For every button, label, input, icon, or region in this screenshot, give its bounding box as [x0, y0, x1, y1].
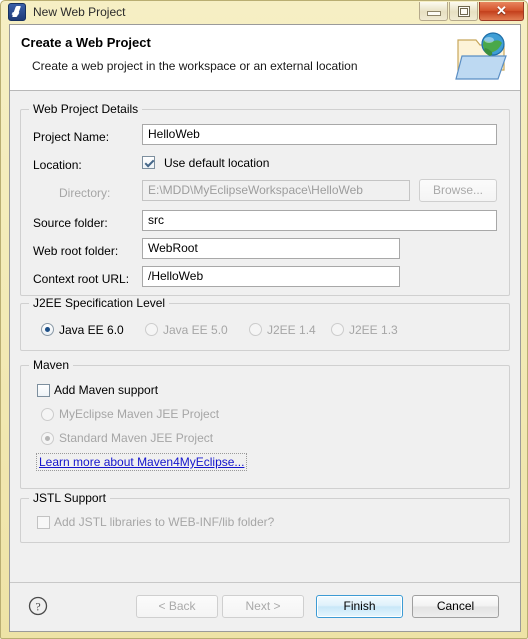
close-button[interactable]: ✕: [479, 2, 524, 21]
radio-label-standard-maven-jee-project: Standard Maven JEE Project: [59, 431, 214, 445]
add-jstl-libraries-label: Add JSTL libraries to WEB-INF/lib folder…: [54, 515, 275, 529]
browse-button[interactable]: Browse...: [419, 179, 497, 202]
radio-label-java-ee-50: Java EE 5.0: [163, 323, 228, 337]
add-jstl-libraries-checkbox[interactable]: [37, 516, 50, 529]
svg-text:?: ?: [35, 600, 40, 614]
radio-label-myeclipse-maven-jee-project: MyEclipse Maven JEE Project: [59, 407, 220, 421]
maximize-icon: [458, 6, 470, 17]
directory-label: Directory:: [59, 186, 111, 200]
use-default-location-label: Use default location: [164, 156, 270, 170]
radio-j2ee-13[interactable]: [331, 323, 344, 336]
radio-standard-maven-jee-project[interactable]: [41, 432, 54, 445]
web-root-folder-input[interactable]: WebRoot: [142, 238, 400, 259]
directory-input[interactable]: E:\MDD\MyEclipseWorkspace\HelloWeb: [142, 180, 410, 201]
group-label-j2ee-specification: J2EE Specification Level: [29, 296, 170, 310]
radio-label-java-ee-60: Java EE 6.0: [59, 323, 124, 337]
web-root-folder-label: Web root folder:: [33, 244, 119, 258]
context-root-url-input[interactable]: /HelloWeb: [142, 266, 400, 287]
help-icon[interactable]: ?: [28, 596, 48, 616]
radio-java-ee-50[interactable]: [145, 323, 158, 336]
page-title: Create a Web Project: [21, 35, 151, 50]
next-button[interactable]: Next >: [222, 595, 304, 618]
maximize-button[interactable]: [449, 2, 478, 21]
source-folder-input[interactable]: src: [142, 210, 497, 231]
window-title: New Web Project: [33, 5, 126, 19]
jstl-support-group: JSTL Support Add JSTL libraries to WEB-I…: [20, 491, 510, 543]
back-button[interactable]: < Back: [136, 595, 218, 618]
myeclipse-icon: [8, 3, 26, 21]
title-bar: New Web Project ✕: [1, 1, 527, 23]
use-default-location-checkbox[interactable]: [142, 156, 155, 169]
project-name-label: Project Name:: [33, 130, 110, 144]
window-controls: ✕: [419, 2, 524, 21]
wizard-banner: Create a Web Project Create a web projec…: [10, 25, 520, 91]
location-label: Location:: [33, 158, 82, 172]
maven-group: Maven Add Maven support MyEclipse Maven …: [20, 358, 510, 489]
minimize-button[interactable]: [419, 2, 448, 21]
group-label-web-project-details: Web Project Details: [29, 102, 143, 116]
dialog-client-area: Create a Web Project Create a web projec…: [9, 24, 521, 632]
add-maven-support-checkbox[interactable]: [37, 384, 50, 397]
radio-myeclipse-maven-jee-project[interactable]: [41, 408, 54, 421]
group-label-jstl-support: JSTL Support: [29, 491, 110, 505]
web-project-folder-globe-icon: [455, 32, 507, 80]
radio-java-ee-60[interactable]: [41, 323, 54, 336]
j2ee-specification-group: J2EE Specification Level Java EE 6.0 Jav…: [20, 296, 510, 351]
radio-label-j2ee-14: J2EE 1.4: [267, 323, 316, 337]
maven4myeclipse-link[interactable]: Learn more about Maven4MyEclipse...: [36, 453, 248, 471]
radio-label-j2ee-13: J2EE 1.3: [349, 323, 398, 337]
project-name-input[interactable]: HelloWeb: [142, 124, 497, 145]
add-maven-support-label: Add Maven support: [54, 383, 159, 397]
dialog-window: New Web Project ✕ Create a Web Project C…: [0, 0, 528, 639]
page-description: Create a web project in the workspace or…: [32, 59, 358, 73]
group-label-maven: Maven: [29, 358, 74, 372]
finish-button[interactable]: Finish: [316, 595, 403, 618]
radio-j2ee-14[interactable]: [249, 323, 262, 336]
minimize-icon: [427, 11, 441, 16]
source-folder-label: Source folder:: [33, 216, 108, 230]
web-project-details-group: Web Project Details Project Name: HelloW…: [20, 102, 510, 296]
cancel-button[interactable]: Cancel: [412, 595, 499, 618]
close-icon: ✕: [496, 3, 507, 18]
dialog-button-bar: ? < Back Next > Finish Cancel: [10, 582, 520, 631]
context-root-url-label: Context root URL:: [33, 272, 130, 286]
